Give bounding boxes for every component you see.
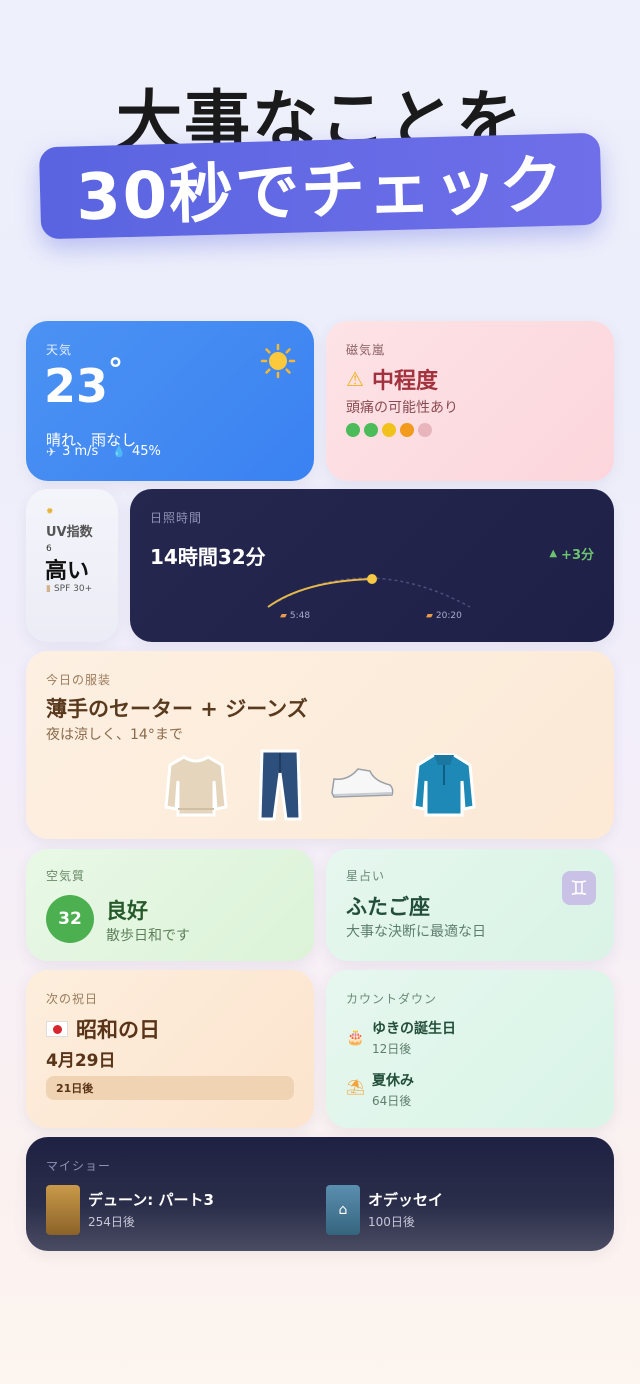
holiday-days: 21日後 (56, 1082, 94, 1095)
holiday-name: 昭和の日 (76, 1018, 160, 1042)
horoscope-sign: ふたご座 (346, 895, 430, 919)
wind-speed: 3 m/s (62, 444, 99, 459)
daylight-duration: 14時間32分 (150, 545, 266, 569)
air-status: 良好 (106, 899, 148, 923)
gemini-icon: ♊ (562, 871, 596, 905)
horoscope-note: 大事な決断に最適な日 (346, 924, 486, 940)
sunscreen-icon: ▮ (46, 584, 51, 594)
humidity-icon: 💧 (112, 445, 126, 458)
jeans-icon (258, 749, 302, 821)
weather-card[interactable]: 天気 23° 晴れ、雨なし ✈ 3 m/s 💧 45% (26, 321, 314, 481)
outfit-note: 夜は涼しく、14°まで (46, 727, 183, 743)
uv-sun-icon: ✹ (46, 507, 54, 517)
horoscope-card[interactable]: 星占い ふたご座 大事な決断に最適な日 ♊ (326, 849, 614, 961)
countdown-card[interactable]: カウントダウン 🎂 ゆきの誕生日 12日後 ⛱ 夏休み 64日後 (326, 970, 614, 1128)
magnetic-level-dot (382, 423, 396, 437)
sunset-icon: ▰ (426, 611, 433, 621)
odyssey-poster-icon: ⌂ (326, 1185, 360, 1235)
holiday-card[interactable]: 次の祝日 昭和の日 4月29日 21日後 (26, 970, 314, 1128)
daylight-card[interactable]: 日照時間 14時間32分 ▲ +3分 ▰ 5:48 ▰ 20:20 (130, 489, 614, 642)
countdown-item[interactable]: 🎂 ゆきの誕生日 12日後 (346, 1018, 596, 1058)
countdown-item-days: 64日後 (372, 1094, 412, 1108)
my-shows-card[interactable]: マイショー デューン: パート3 254日後 ⌂ オデッセイ 100日後 (26, 1137, 614, 1251)
countdown-label: カウントダウン (346, 992, 438, 1006)
air-label: 空気質 (46, 869, 86, 883)
sun-icon (260, 343, 296, 379)
outfit-card[interactable]: 今日の服装 薄手のセーター + ジーンズ 夜は涼しく、14°まで (26, 651, 614, 839)
weather-label: 天気 (46, 343, 73, 357)
sun-position-dot (367, 574, 377, 584)
magnetic-level-dot (418, 423, 432, 437)
magnetic-level-dot (346, 423, 360, 437)
aqi-badge: 32 (46, 895, 94, 943)
magnetic-label: 磁気嵐 (346, 343, 386, 357)
dune-poster-icon (46, 1185, 80, 1235)
sunrise-icon: ▰ (280, 611, 287, 621)
magnetic-dots (346, 423, 436, 437)
daylight-change-row: ▲ +3分 (549, 544, 594, 563)
aqi-value: 32 (58, 909, 82, 929)
show-title: デューン: パート3 (88, 1191, 214, 1209)
sneaker-icon (331, 768, 394, 798)
show-days: 254日後 (88, 1215, 135, 1229)
cake-icon: 🎂 (346, 1028, 365, 1046)
daylight-change: +3分 (561, 548, 594, 563)
uv-advice-row: ▮ SPF 30+ (46, 584, 92, 594)
holiday-countdown-pill: 21日後 (46, 1076, 294, 1100)
magnetic-level-dot (400, 423, 414, 437)
magnetic-note: 頭痛の可能性あり (346, 400, 458, 416)
sunset-row: ▰ 20:20 (426, 611, 462, 621)
japan-flag-icon (46, 1021, 68, 1037)
countdown-item[interactable]: ⛱ 夏休み 64日後 (346, 1070, 596, 1110)
countdown-item-name: ゆきの誕生日 (372, 1021, 456, 1037)
shows-label: マイショー (46, 1159, 112, 1173)
daylight-label: 日照時間 (150, 511, 203, 525)
air-note: 散歩日和です (106, 928, 190, 944)
uv-level: 高い (45, 559, 90, 584)
magnetic-level-row: ⚠ 中程度 (346, 363, 438, 395)
countdown-item-days: 12日後 (372, 1042, 412, 1056)
up-arrow-icon: ▲ (549, 548, 558, 559)
sunset-time: 20:20 (435, 611, 462, 621)
outfit-title: 薄手のセーター + ジーンズ (46, 697, 308, 721)
beach-icon: ⛱ (346, 1078, 366, 1096)
show-item[interactable]: ⌂ オデッセイ 100日後 (326, 1185, 596, 1235)
humidity: 45% (132, 444, 161, 459)
sunrise-row: ▰ 5:48 (280, 611, 310, 621)
holiday-name-row: 昭和の日 (46, 1014, 160, 1044)
sun-path-graph (267, 574, 471, 608)
hero-badge: 30秒でチェック (75, 148, 567, 236)
show-title: オデッセイ (368, 1191, 444, 1209)
uv-card[interactable]: ✹ UV指数 6 高い ▮ SPF 30+ (26, 489, 118, 642)
magnetic-storm-card[interactable]: 磁気嵐 ⚠ 中程度 頭痛の可能性あり (326, 321, 614, 481)
warning-icon: ⚠ (346, 367, 364, 391)
weather-meta: ✈ 3 m/s 💧 45% (46, 444, 161, 459)
show-days: 100日後 (368, 1215, 415, 1229)
jacket-icon (412, 753, 476, 817)
holiday-label: 次の祝日 (46, 992, 99, 1006)
magnetic-level-dot (364, 423, 378, 437)
outfit-label: 今日の服装 (46, 673, 112, 687)
show-item[interactable]: デューン: パート3 254日後 (46, 1185, 316, 1235)
wind-icon: ✈ (46, 444, 57, 459)
air-quality-card[interactable]: 空気質 32 良好 散歩日和です (26, 849, 314, 961)
magnetic-level: 中程度 (371, 369, 438, 394)
countdown-item-name: 夏休み (372, 1073, 414, 1089)
holiday-date: 4月29日 (46, 1051, 116, 1071)
sweater-icon (164, 755, 228, 817)
sunrise-time: 5:48 (289, 611, 311, 621)
horoscope-label: 星占い (346, 869, 386, 883)
uv-label: UV指数 (46, 525, 93, 540)
uv-advice: SPF 30+ (53, 584, 93, 594)
temperature: 23° (44, 353, 124, 413)
